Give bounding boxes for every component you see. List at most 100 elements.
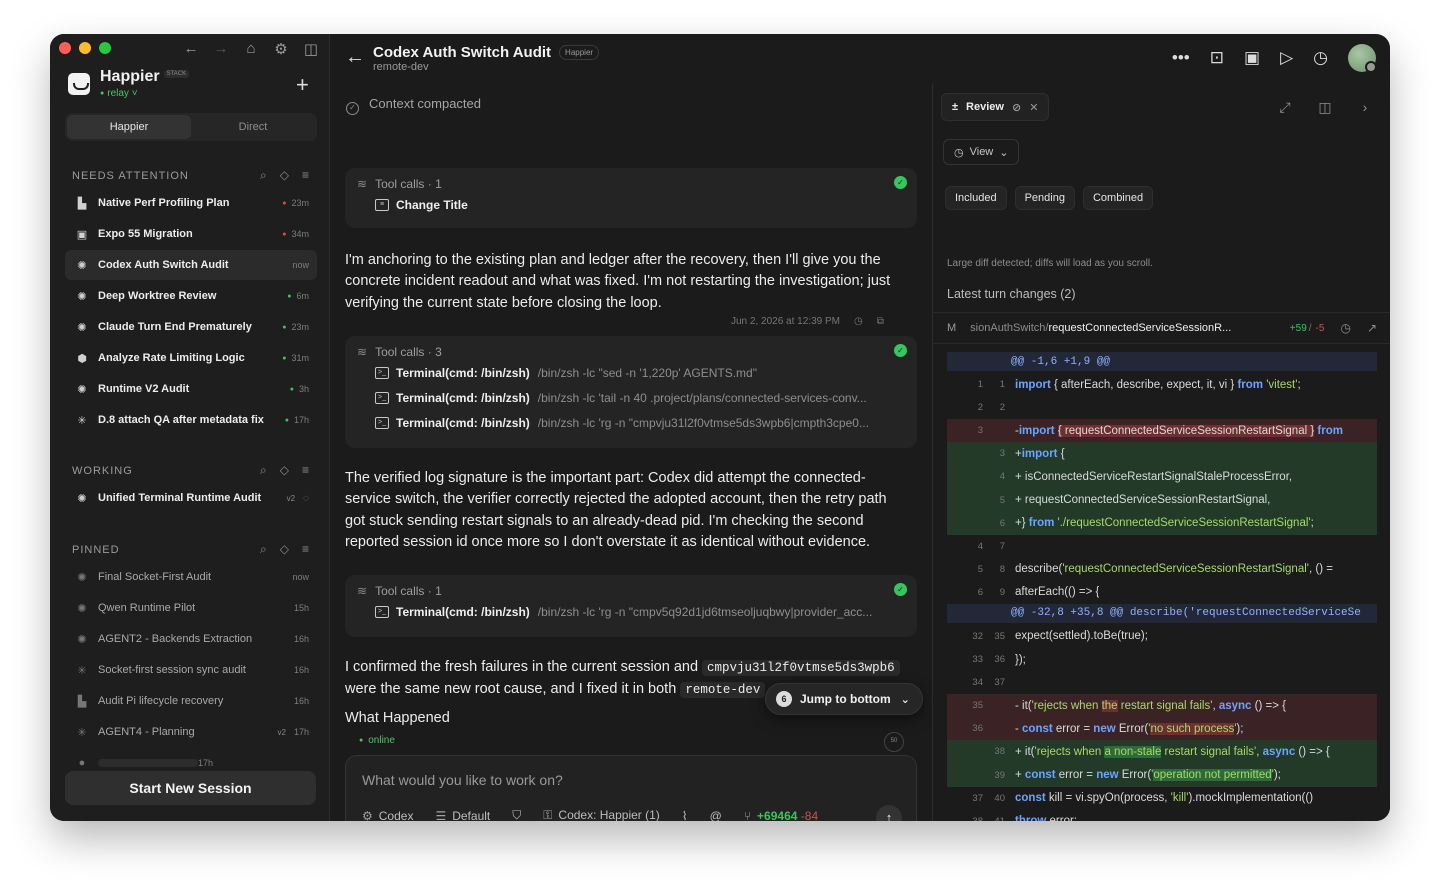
sidebar-item[interactable]: ✺ Codex Auth Switch Audit now <box>65 250 317 280</box>
close-icon[interactable]: ✕ <box>1029 101 1038 114</box>
tool-call-row[interactable]: ≡ Change Title <box>357 192 905 217</box>
sidebar-item[interactable]: ✳ D.8 attach QA after metadata fix ● 17h <box>65 405 317 435</box>
sidebar-toggle-icon[interactable]: ◫ <box>302 40 320 58</box>
sidebar-item[interactable]: ✺ Runtime V2 Audit ● 3h <box>65 374 317 404</box>
history-icon[interactable]: ◷ <box>1340 321 1350 335</box>
sidebar-tabs: Happier Direct <box>65 113 317 141</box>
diff-code: + isConnectedServiceRestartSignalStalePr… <box>1015 470 1293 483</box>
diff-line: 32 35 expect(settled).toBe(true); <box>947 625 1377 648</box>
sidebar-item[interactable]: ✺ Final Socket-First Audit now <box>65 562 317 592</box>
diff-line: 33 36 }); <box>947 648 1377 671</box>
play-icon[interactable]: ▷ <box>1280 48 1293 68</box>
diff-line: 47 <box>947 535 1377 558</box>
clock-icon[interactable]: ◷ <box>854 316 863 327</box>
copy-icon[interactable]: ⧉ <box>877 316 884 327</box>
jump-to-bottom-button[interactable]: 6 Jump to bottom ⌄ <box>765 683 923 715</box>
relay-status[interactable]: relay ˅ <box>100 88 189 99</box>
shield-icon[interactable]: ⛉ <box>512 808 521 821</box>
terminal-icon[interactable]: ▣ <box>1244 48 1260 68</box>
start-new-session-button[interactable]: Start New Session <box>65 771 316 805</box>
search-icon[interactable]: ⌕ <box>260 168 268 183</box>
sidebar-item[interactable]: ✺ Claude Turn End Prematurely ● 23m <box>65 312 317 342</box>
sidebar-item-time: 16h <box>293 665 309 675</box>
tag-icon[interactable]: ◇ <box>280 168 290 183</box>
sidebar-item[interactable]: ✳ Socket-first session sync audit 16h <box>65 655 317 685</box>
filter-combined[interactable]: Combined <box>1082 186 1154 210</box>
filter-included[interactable]: Included <box>945 186 1007 210</box>
send-button[interactable]: ↑ <box>876 805 902 821</box>
sidebar-item[interactable]: ⬢ Analyze Rate Limiting Logic ● 31m <box>65 343 317 373</box>
filter-icon[interactable]: ≡ <box>302 542 310 557</box>
agent-selector[interactable]: ⚙ Codex <box>362 809 413 822</box>
document-icon: ≡ <box>375 198 389 211</box>
diff-code: +import { <box>1015 447 1065 460</box>
diff-file-header[interactable]: M sionAuthSwitch/requestConnectedService… <box>933 312 1390 344</box>
tag-icon[interactable]: ◇ <box>280 463 290 478</box>
new-session-plus-button[interactable]: + <box>296 72 309 98</box>
back-arrow-icon[interactable]: ← <box>182 40 200 58</box>
filter-pending[interactable]: Pending <box>1014 186 1075 210</box>
sidebar-item-time: 17h <box>293 727 309 737</box>
brand[interactable]: HappierSTACK relay ˅ <box>68 68 190 99</box>
history-icon[interactable]: ◷ <box>1313 48 1328 68</box>
mode-selector[interactable]: ☰ Default <box>435 809 490 822</box>
sidebar-item[interactable]: ✳ AGENT4 - Planning v2 17h <box>65 717 317 747</box>
diff-line: 3 +import { <box>947 442 1377 466</box>
tool-calls-card[interactable]: ≋ Tool calls · 1 ✓ ≡ Change Title <box>345 168 917 228</box>
tool-call-row[interactable]: >_ Terminal(cmd: /bin/zsh)/bin/zsh -lc "s… <box>357 360 905 385</box>
tab-direct[interactable]: Direct <box>191 115 315 139</box>
diff-hunk-header: @@ -32,8 +35,8 @@ describe('requestConne… <box>947 603 1377 623</box>
new-line-number: 2 <box>999 402 1005 414</box>
tool-call-row[interactable]: >_ Terminal(cmd: /bin/zsh)/bin/zsh -lc 'r… <box>357 599 905 624</box>
tool-call-row[interactable]: >_ Terminal(cmd: /bin/zsh)/bin/zsh -lc 'r… <box>357 410 905 435</box>
robot-icon[interactable]: ⊡ <box>1210 48 1224 68</box>
unpin-icon[interactable]: ⊘ <box>1012 101 1021 114</box>
forward-arrow-icon[interactable]: → <box>212 40 230 58</box>
tool-calls-card[interactable]: ≋ Tool calls · 1 ✓ >_ Terminal(cmd: /bin/z… <box>345 575 917 637</box>
sidebar-item[interactable]: ▣ Expo 55 Migration ● 34m <box>65 219 317 249</box>
more-icon[interactable]: ••• <box>1172 48 1190 68</box>
new-line-number: 40 <box>994 792 1005 804</box>
message-input[interactable] <box>362 772 902 788</box>
mention-icon[interactable]: @ <box>710 809 722 822</box>
profile-selector[interactable]: ⚿ Codex: Happier (1) <box>543 808 660 821</box>
avatar[interactable] <box>1348 44 1377 73</box>
close-window-button[interactable] <box>59 42 71 54</box>
back-arrow-icon[interactable]: ← <box>345 46 365 69</box>
inline-code: remote-dev <box>680 682 766 699</box>
split-view-icon[interactable]: ◫ <box>1314 96 1336 118</box>
circle-icon: ● <box>78 757 86 769</box>
review-tab[interactable]: ± Review ⊘ ✕ <box>941 93 1050 121</box>
expand-icon[interactable]: ⤢ <box>1274 96 1296 118</box>
new-line-number: 6 <box>999 517 1005 529</box>
filter-icon[interactable]: ≡ <box>302 463 310 478</box>
sidebar-item[interactable]: ▙ Audit Pi lifecycle recovery 16h <box>65 686 317 716</box>
view-dropdown[interactable]: ◷ View ⌄ <box>943 139 1020 165</box>
open-external-icon[interactable]: ↗ <box>1367 321 1377 335</box>
tag-icon[interactable]: ◇ <box>280 542 290 557</box>
paperclip-icon[interactable]: ⌇ <box>682 809 688 822</box>
status-dot: ● <box>287 292 292 300</box>
search-icon[interactable]: ⌕ <box>260 542 268 557</box>
tab-happier[interactable]: Happier <box>67 115 191 139</box>
tool-call-row[interactable]: >_ Terminal(cmd: /bin/zsh)/bin/zsh -lc 't… <box>357 385 905 410</box>
composer-toolbar: ⚙ Codex ☰ Default ⛉ ⚿ Codex: Happier (1) ⌇ … <box>362 808 818 821</box>
chevron-right-icon[interactable]: › <box>1354 96 1376 118</box>
sidebar-item-working[interactable]: ✺ Unified Terminal Runtime Audit v2 ◌ <box>65 483 317 513</box>
filter-icon[interactable]: ≡ <box>302 168 310 183</box>
tool-calls-card[interactable]: ≋ Tool calls · 3 ✓ >_ Terminal(cmd: /bin/z… <box>345 336 917 448</box>
branch-icon: ⑂ <box>743 808 752 822</box>
sidebar-item[interactable]: ✺ Deep Worktree Review ● 6m <box>65 281 317 311</box>
sidebar-item-label: Claude Turn End Prematurely <box>98 321 252 333</box>
openai-icon: ✺ <box>77 492 87 505</box>
maximize-window-button[interactable] <box>99 42 111 54</box>
inbox-icon[interactable]: ⌂ <box>242 40 260 58</box>
sidebar-item[interactable]: ✺ AGENT2 - Backends Extraction 16h <box>65 624 317 654</box>
minimize-window-button[interactable] <box>79 42 91 54</box>
sidebar-item[interactable]: ✺ Qwen Runtime Pilot 15h <box>65 593 317 623</box>
diff-line: 39 + const error = new Error('operation n… <box>947 763 1377 787</box>
branch-diff-button[interactable]: ⑂ +69464 -84 <box>744 809 818 822</box>
gear-icon[interactable]: ⚙ <box>272 40 290 58</box>
sidebar-item[interactable]: ▙ Native Perf Profiling Plan ● 23m <box>65 188 317 218</box>
search-icon[interactable]: ⌕ <box>260 463 268 478</box>
